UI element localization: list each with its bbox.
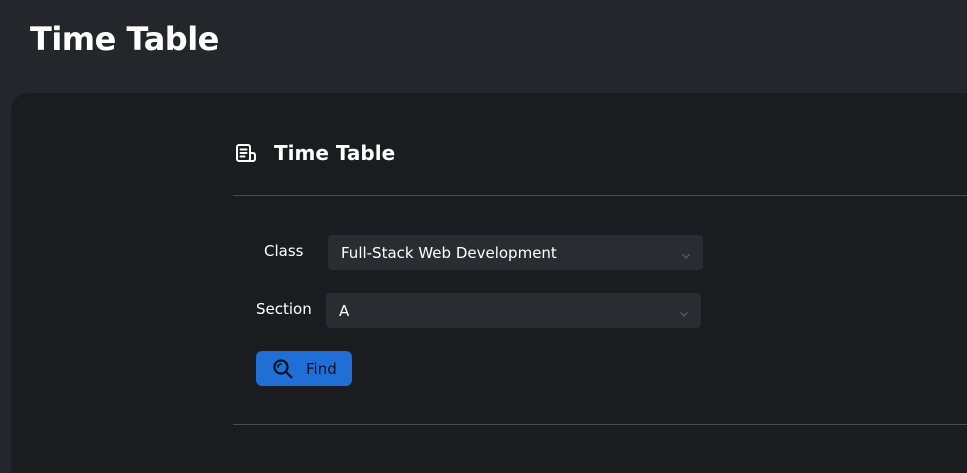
section-select-value: A	[339, 301, 350, 320]
page-title: Time Table	[30, 20, 219, 58]
card-heading: Time Table	[234, 139, 395, 167]
page-header: Time Table	[0, 0, 967, 93]
class-select-value: Full-Stack Web Development	[341, 243, 557, 262]
content-panel	[11, 93, 967, 473]
find-button[interactable]: Find	[256, 351, 352, 386]
class-select[interactable]: Full-Stack Web Development	[328, 235, 703, 270]
class-label: Class	[264, 242, 304, 260]
divider	[233, 424, 967, 425]
document-list-icon	[234, 141, 258, 165]
search-icon	[272, 358, 294, 380]
chevron-down-icon	[679, 305, 689, 317]
section-label: Section	[256, 300, 312, 318]
chevron-down-icon	[681, 247, 691, 259]
section-select[interactable]: A	[326, 293, 701, 328]
card-title: Time Table	[274, 141, 396, 165]
divider	[233, 195, 967, 196]
find-button-label: Find	[306, 359, 337, 378]
